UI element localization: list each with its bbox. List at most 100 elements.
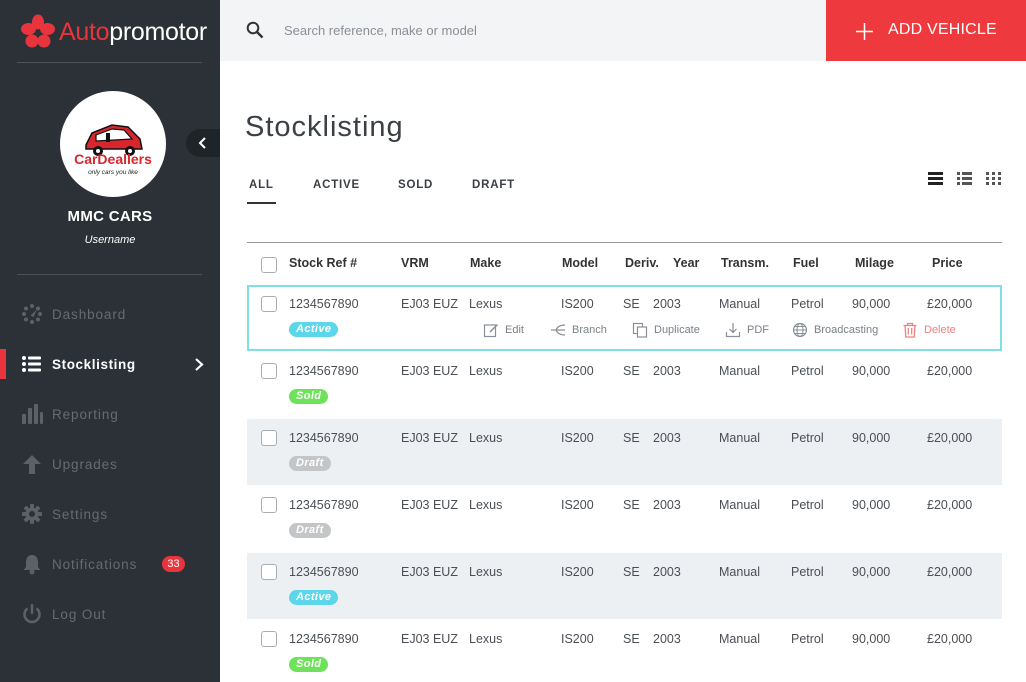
cell-fuel: Petrol: [791, 565, 824, 579]
power-icon: [21, 603, 43, 625]
branch-label: Branch: [572, 324, 607, 336]
row-checkbox[interactable]: [261, 430, 277, 446]
cell-fuel: Petrol: [791, 498, 824, 512]
row-checkbox[interactable]: [261, 296, 277, 312]
arrow-up-icon: [21, 453, 43, 475]
add-vehicle-button[interactable]: ADD VEHICLE: [826, 0, 1026, 61]
cell-year: 2003: [653, 431, 681, 445]
row-checkbox[interactable]: [261, 631, 277, 647]
table-row[interactable]: 1234567890 EJ03 EUZ Lexus IS200 SE 2003 …: [247, 553, 1002, 619]
cell-vrm: EJ03 EUZ: [401, 632, 458, 646]
cell-milage: 90,000: [852, 498, 891, 512]
column-header-year[interactable]: Year: [673, 256, 699, 270]
compact-list-view-icon[interactable]: [956, 170, 973, 187]
tab-draft[interactable]: DRAFT: [472, 179, 515, 191]
cell-stock-ref: 1234567890: [289, 632, 359, 646]
cell-deriv: SE: [623, 364, 640, 378]
table-top-border: [247, 242, 1002, 243]
column-header-deriv[interactable]: Deriv.: [625, 256, 659, 270]
cell-year: 2003: [653, 632, 681, 646]
search-input[interactable]: [284, 18, 784, 42]
nav-label: Notifications: [52, 556, 138, 572]
row-checkbox[interactable]: [261, 363, 277, 379]
column-header-make[interactable]: Make: [470, 256, 501, 270]
column-header-milage[interactable]: Milage: [855, 256, 894, 270]
cell-price: £20,000: [927, 431, 973, 445]
pdf-label: PDF: [747, 324, 769, 336]
cell-stock-ref: 1234567890: [289, 565, 359, 579]
flower-logo-icon: [21, 14, 55, 48]
column-header-model[interactable]: Model: [562, 256, 598, 270]
grid-view-icon[interactable]: [985, 170, 1002, 187]
plus-icon: [856, 23, 873, 40]
brand-name: Autopromotor: [59, 17, 207, 46]
cell-price: £20,000: [927, 297, 973, 311]
cell-deriv: SE: [623, 632, 640, 646]
column-header-fuel[interactable]: Fuel: [793, 256, 819, 270]
duplicate-action[interactable]: Duplicate: [632, 322, 700, 338]
table-row[interactable]: 1234567890 EJ03 EUZ Lexus IS200 SE 2003 …: [247, 620, 1002, 682]
collapse-sidebar-button[interactable]: [186, 129, 220, 157]
nav-label: Dashboard: [52, 306, 127, 322]
cell-stock-ref: 1234567890: [289, 498, 359, 512]
brand-logo[interactable]: Autopromotor: [20, 14, 207, 50]
nav-stocklisting[interactable]: Stocklisting: [0, 344, 220, 384]
status-badge: Sold: [289, 657, 329, 672]
broadcasting-action[interactable]: Broadcasting: [792, 322, 878, 338]
column-header-transm[interactable]: Transm.: [721, 256, 769, 270]
tab-sold[interactable]: SOLD: [398, 179, 433, 191]
cell-milage: 90,000: [852, 431, 891, 445]
table-row[interactable]: 1234567890 EJ03 EUZ Lexus IS200 SE 2003 …: [247, 285, 1002, 351]
broadcasting-label: Broadcasting: [814, 324, 879, 336]
select-all-checkbox[interactable]: [261, 257, 277, 273]
list-view-icon[interactable]: [927, 170, 944, 187]
edit-action[interactable]: Edit: [483, 322, 524, 338]
cell-make: Lexus: [469, 632, 503, 646]
table-row[interactable]: 1234567890 EJ03 EUZ Lexus IS200 SE 2003 …: [247, 486, 1002, 552]
edit-icon: [483, 323, 499, 338]
sidebar-divider: [17, 62, 202, 63]
add-vehicle-label: ADD VEHICLE: [888, 21, 997, 38]
cell-transm: Manual: [719, 431, 760, 445]
company-avatar: CarDeallers only cars you like: [60, 91, 166, 197]
nav-settings[interactable]: Settings: [0, 494, 220, 534]
duplicate-label: Duplicate: [654, 324, 700, 336]
search-icon: [246, 21, 264, 39]
branch-action[interactable]: Branch: [550, 322, 607, 338]
edit-label: Edit: [505, 324, 524, 336]
pdf-action[interactable]: PDF: [725, 322, 769, 338]
cell-transm: Manual: [719, 364, 760, 378]
cell-milage: 90,000: [852, 297, 891, 311]
gear-icon: [21, 503, 43, 525]
nav-reporting[interactable]: Reporting: [0, 394, 220, 434]
list-icon: [21, 353, 43, 375]
cell-stock-ref: 1234567890: [289, 297, 359, 311]
svg-text:CarDeallers: CarDeallers: [74, 151, 152, 167]
column-header-price[interactable]: Price: [932, 256, 963, 270]
table-row[interactable]: 1234567890 EJ03 EUZ Lexus IS200 SE 2003 …: [247, 419, 1002, 485]
cell-model: IS200: [561, 431, 594, 445]
nav-dashboard[interactable]: Dashboard: [0, 294, 220, 334]
tab-active[interactable]: ACTIVE: [313, 179, 360, 191]
nav-upgrades[interactable]: Upgrades: [0, 444, 220, 484]
branch-icon: [551, 324, 566, 336]
active-indicator: [0, 349, 6, 379]
delete-action[interactable]: Delete: [902, 322, 956, 338]
row-checkbox[interactable]: [261, 564, 277, 580]
cell-vrm: EJ03 EUZ: [401, 297, 458, 311]
nav-label: Upgrades: [52, 456, 118, 472]
cell-make: Lexus: [469, 364, 503, 378]
cell-milage: 90,000: [852, 565, 891, 579]
table-row[interactable]: 1234567890 EJ03 EUZ Lexus IS200 SE 2003 …: [247, 352, 1002, 418]
column-header-vrm[interactable]: VRM: [401, 256, 429, 270]
nav-logout[interactable]: Log Out: [0, 594, 220, 634]
trash-icon: [903, 322, 917, 338]
username: Username: [84, 234, 136, 246]
cell-model: IS200: [561, 364, 594, 378]
column-header-stock-ref[interactable]: Stock Ref #: [289, 256, 357, 270]
tab-all[interactable]: ALL: [249, 179, 274, 191]
delete-label: Delete: [924, 324, 956, 336]
row-checkbox[interactable]: [261, 497, 277, 513]
active-tab-indicator: [247, 202, 276, 204]
nav-notifications[interactable]: Notifications 33: [0, 544, 220, 584]
